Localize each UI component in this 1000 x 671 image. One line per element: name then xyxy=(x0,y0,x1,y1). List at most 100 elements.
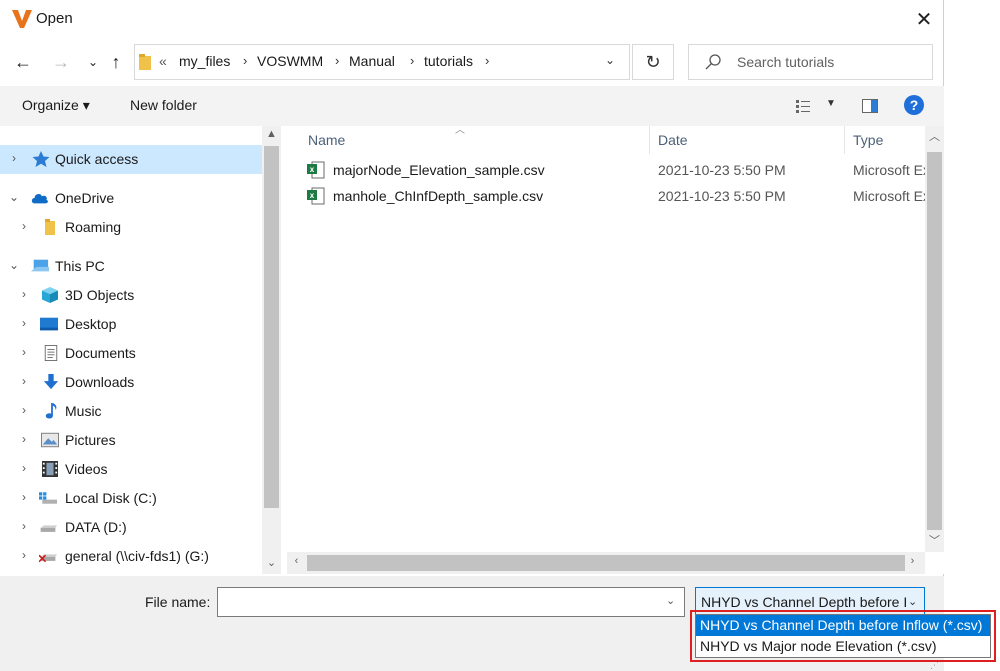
scroll-down-arrow-icon[interactable]: ﹀ xyxy=(927,532,942,548)
pictures-icon xyxy=(41,432,59,448)
cloud-icon xyxy=(31,193,48,204)
back-arrow-icon: ← xyxy=(14,51,32,72)
expand-chevron-icon[interactable]: › xyxy=(18,519,30,533)
expand-chevron-icon[interactable]: › xyxy=(18,432,30,446)
title-bar: Open ✕ xyxy=(0,0,944,38)
scroll-up-arrow-icon[interactable]: ︿ xyxy=(927,128,942,144)
download-icon xyxy=(43,374,59,390)
svg-text:x: x xyxy=(310,191,315,200)
command-toolbar: Organize ▾ New folder ▼ ? xyxy=(0,86,944,126)
view-dropdown-icon[interactable]: ▼ xyxy=(826,98,836,109)
file-row[interactable]: x majorNode_Elevation_sample.csv 2021-10… xyxy=(287,158,925,184)
address-overflow[interactable]: « xyxy=(159,53,167,69)
scroll-down-arrow-icon[interactable]: ⌄ xyxy=(264,556,279,569)
file-row[interactable]: x manhole_ChInfDepth_sample.csv 2021-10-… xyxy=(287,184,925,210)
file-name: majorNode_Elevation_sample.csv xyxy=(333,162,545,178)
folder-icon xyxy=(45,219,55,235)
new-folder-button[interactable]: New folder xyxy=(130,97,197,113)
desktop-icon xyxy=(40,317,58,331)
navigation-pane-scrollbar[interactable]: ▲ ⌄ xyxy=(262,126,281,574)
scrollbar-thumb[interactable] xyxy=(307,555,905,571)
chevron-down-icon[interactable]: ⌄ xyxy=(666,594,675,607)
expand-chevron-icon[interactable]: › xyxy=(8,151,20,165)
file-name-input[interactable]: ⌄ xyxy=(217,587,685,617)
collapse-chevron-icon[interactable]: ⌄ xyxy=(8,190,20,204)
expand-chevron-icon[interactable]: › xyxy=(18,548,30,562)
column-header-date[interactable]: Date xyxy=(658,132,688,148)
sidebar-item-downloads[interactable]: › Downloads xyxy=(0,368,262,397)
breadcrumb-voswmm[interactable]: VOSWMM xyxy=(257,53,323,69)
sidebar-item-label: general (\\civ-fds1) (G:) xyxy=(65,548,209,564)
sidebar-item-label: Roaming xyxy=(65,219,122,235)
sidebar-item-pictures[interactable]: › Pictures xyxy=(0,426,262,455)
annotation-highlight-box xyxy=(690,610,996,662)
sidebar-item-onedrive[interactable]: ⌄ OneDrive xyxy=(0,184,262,213)
sidebar-item-this-pc[interactable]: ⌄ This PC xyxy=(0,252,262,281)
chevron-down-icon: ⌄ xyxy=(908,596,918,608)
sidebar-item-desktop[interactable]: › Desktop xyxy=(0,310,262,339)
file-list-vertical-scrollbar[interactable]: ︿ ﹀ xyxy=(925,126,944,552)
sidebar-item-general-g[interactable]: › general (\\civ-fds1) (G:) xyxy=(0,542,262,571)
file-name: manhole_ChInfDepth_sample.csv xyxy=(333,188,544,204)
collapse-chevron-icon[interactable]: ⌄ xyxy=(8,258,20,272)
expand-chevron-icon[interactable]: › xyxy=(18,287,30,301)
chevron-down-icon: ⌄ xyxy=(87,55,99,69)
network-drive-disconnected-icon xyxy=(39,554,57,563)
close-button[interactable]: ✕ xyxy=(904,2,944,36)
breadcrumb-manual[interactable]: Manual xyxy=(349,53,395,69)
address-history-dropdown-icon[interactable]: ⌄ xyxy=(605,53,615,67)
file-date: 2021-10-23 5:50 PM xyxy=(658,162,786,178)
forward-arrow-icon: → xyxy=(52,51,70,72)
sidebar-item-data-d[interactable]: › DATA (D:) xyxy=(0,513,262,542)
scroll-right-arrow-icon[interactable]: › xyxy=(905,555,920,567)
expand-chevron-icon[interactable]: › xyxy=(18,345,30,359)
expand-chevron-icon[interactable]: › xyxy=(18,403,30,417)
breadcrumb-separator-icon[interactable]: › xyxy=(335,53,339,68)
sidebar-item-videos[interactable]: › Videos xyxy=(0,455,262,484)
organize-button[interactable]: Organize ▾ xyxy=(22,97,90,114)
search-input[interactable]: Search tutorials xyxy=(688,44,933,80)
breadcrumb-separator-icon[interactable]: › xyxy=(243,53,247,68)
column-divider[interactable] xyxy=(844,126,845,154)
sidebar-item-roaming[interactable]: › Roaming xyxy=(0,213,262,242)
back-button[interactable]: ← xyxy=(10,48,36,76)
sidebar-item-local-disk-c[interactable]: › Local Disk (C:) xyxy=(0,484,262,513)
expand-chevron-icon[interactable]: › xyxy=(18,374,30,388)
scroll-up-arrow-icon[interactable]: ▲ xyxy=(264,128,279,140)
sidebar-item-label: DATA (D:) xyxy=(65,519,127,535)
forward-button[interactable]: → xyxy=(48,48,74,76)
sidebar-item-label: This PC xyxy=(55,258,105,274)
preview-pane-icon[interactable] xyxy=(862,99,878,113)
scrollbar-thumb[interactable] xyxy=(264,146,279,508)
expand-chevron-icon[interactable]: › xyxy=(18,219,30,233)
breadcrumb-my-files[interactable]: my_files xyxy=(179,53,230,69)
sidebar-item-3d-objects[interactable]: › 3D Objects xyxy=(0,281,262,310)
sidebar-item-documents[interactable]: › Documents xyxy=(0,339,262,368)
scroll-left-arrow-icon[interactable]: ‹ xyxy=(289,555,304,567)
sidebar-item-music[interactable]: › Music xyxy=(0,397,262,426)
file-name-label: File name: xyxy=(145,594,211,610)
expand-chevron-icon[interactable]: › xyxy=(18,316,30,330)
breadcrumb-tutorials[interactable]: tutorials xyxy=(424,53,473,69)
column-divider[interactable] xyxy=(649,126,650,154)
up-button[interactable]: ↑ xyxy=(103,48,129,76)
sidebar-item-quick-access[interactable]: › Quick access xyxy=(0,145,262,174)
expand-chevron-icon[interactable]: › xyxy=(18,461,30,475)
expand-chevron-icon[interactable]: › xyxy=(18,490,30,504)
column-header-type[interactable]: Type xyxy=(853,132,883,148)
svg-text:x: x xyxy=(310,165,315,174)
sidebar-item-label: OneDrive xyxy=(55,190,115,206)
column-header-name[interactable]: Name xyxy=(308,132,345,148)
help-icon[interactable]: ? xyxy=(904,95,924,115)
refresh-button[interactable]: ↻ xyxy=(632,44,674,80)
sidebar-item-label: Videos xyxy=(65,461,108,477)
breadcrumb-separator-icon[interactable]: › xyxy=(485,53,489,68)
address-bar[interactable]: « my_files › VOSWMM › Manual › tutorials… xyxy=(134,44,630,80)
music-icon xyxy=(45,403,57,419)
excel-csv-file-icon: x xyxy=(307,187,325,205)
scrollbar-thumb[interactable] xyxy=(927,152,942,530)
file-list-horizontal-scrollbar[interactable]: ‹ › xyxy=(287,552,925,574)
view-options-icon[interactable] xyxy=(796,99,810,113)
breadcrumb-separator-icon[interactable]: › xyxy=(410,53,414,68)
computer-icon xyxy=(31,259,49,272)
